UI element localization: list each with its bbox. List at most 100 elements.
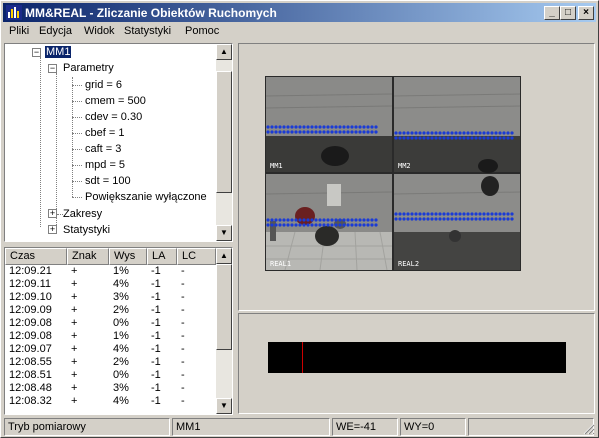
- tree-line: [72, 197, 82, 198]
- tree-line: [72, 101, 82, 102]
- cell-la: -1: [151, 304, 161, 316]
- column-header-czas[interactable]: Czas: [5, 248, 67, 265]
- menu-pomoc[interactable]: Pomoc: [185, 25, 219, 37]
- cell-czas: 12:09.09: [9, 304, 52, 316]
- cell-la: -1: [151, 265, 161, 277]
- tree-node-zakresy[interactable]: Zakresy: [63, 206, 102, 222]
- signal-panel: [238, 313, 595, 414]
- menu-widok[interactable]: Widok: [84, 25, 115, 37]
- label-mm1: MM1: [270, 162, 283, 170]
- tree-param-grid[interactable]: grid = 6: [85, 77, 122, 93]
- tree-param-cbef[interactable]: cbef = 1: [85, 125, 124, 141]
- menu-bar: Pliki Edycja Widok Statystyki Pomoc: [3, 23, 596, 41]
- table-row[interactable]: 12:08.32 +4% -1 -: [5, 395, 216, 408]
- table-row[interactable]: 12:09.10 +3% -1 -: [5, 291, 216, 304]
- label-real1: REAL1: [270, 260, 291, 268]
- table-row[interactable]: 12:09.09 +2% -1 -: [5, 304, 216, 317]
- tree-param-powiekszanie[interactable]: Powiększanie wyłączone: [85, 189, 207, 205]
- table-row[interactable]: 12:08.51 +0% -1 -: [5, 369, 216, 382]
- column-header-wys[interactable]: Wys: [109, 248, 147, 265]
- collapse-icon[interactable]: −: [32, 48, 41, 57]
- expand-icon[interactable]: +: [48, 209, 57, 218]
- cell-lc: -: [181, 265, 185, 277]
- scroll-down-icon[interactable]: ▼: [216, 398, 232, 414]
- table-row[interactable]: 12:08.55 +2% -1 -: [5, 356, 216, 369]
- column-header-la[interactable]: LA: [147, 248, 177, 265]
- tree-param-sdt[interactable]: sdt = 100: [85, 173, 131, 189]
- table-row[interactable]: 12:09.11 +4% -1 -: [5, 278, 216, 291]
- status-wy: WY=0: [400, 418, 466, 436]
- cell-wys: 4%: [113, 395, 129, 407]
- collapse-icon[interactable]: −: [48, 64, 57, 73]
- cell-lc: -: [181, 356, 185, 368]
- cell-czas: 12:08.51: [9, 369, 52, 381]
- scroll-down-icon[interactable]: ▼: [216, 225, 232, 241]
- video-panel: MM1 MM2 REAL1 REAL2: [238, 43, 595, 311]
- table-row[interactable]: 12:09.08 +0% -1 -: [5, 317, 216, 330]
- camera-view[interactable]: MM1 MM2 REAL1 REAL2: [265, 76, 521, 271]
- tree-line: [40, 57, 41, 227]
- cell-lc: -: [181, 291, 185, 303]
- cell-znak: +: [71, 265, 78, 277]
- expand-icon[interactable]: +: [48, 225, 57, 234]
- status-camera: MM1: [172, 418, 330, 436]
- tree-param-cdev[interactable]: cdev = 0.30: [85, 109, 142, 125]
- tree-node-statystyki[interactable]: Statystyki: [63, 222, 110, 238]
- settings-tree[interactable]: − MM1 − Parametry grid = 6 cmem = 500 cd…: [4, 43, 233, 242]
- scroll-thumb[interactable]: [216, 264, 232, 350]
- cell-znak: +: [71, 317, 78, 329]
- cell-znak: +: [71, 382, 78, 394]
- column-header-lc[interactable]: LC: [177, 248, 216, 265]
- tree-line: [72, 117, 82, 118]
- scroll-up-icon[interactable]: ▲: [216, 248, 232, 264]
- status-we: WE=-41: [332, 418, 398, 436]
- status-mode: Tryb pomiarowy: [4, 418, 170, 436]
- cell-lc: -: [181, 343, 185, 355]
- cell-czas: 12:09.11: [9, 278, 52, 290]
- tree-param-caft[interactable]: caft = 3: [85, 141, 121, 157]
- cell-czas: 12:09.07: [9, 343, 52, 355]
- tree-param-cmem[interactable]: cmem = 500: [85, 93, 146, 109]
- maximize-button[interactable]: □: [560, 6, 576, 20]
- signal-graph[interactable]: [268, 342, 566, 373]
- list-scrollbar[interactable]: ▲ ▼: [216, 248, 232, 414]
- cell-wys: 4%: [113, 278, 129, 290]
- cell-wys: 1%: [113, 265, 129, 277]
- cell-la: -1: [151, 356, 161, 368]
- scroll-up-icon[interactable]: ▲: [216, 44, 232, 60]
- label-real2: REAL2: [398, 260, 419, 268]
- tree-scrollbar[interactable]: ▲ ▼: [216, 44, 232, 241]
- cell-lc: -: [181, 382, 185, 394]
- column-header-znak[interactable]: Znak: [67, 248, 109, 265]
- table-row[interactable]: 12:09.07 +4% -1 -: [5, 343, 216, 356]
- tree-line: [72, 149, 82, 150]
- cell-lc: -: [181, 395, 185, 407]
- tree-param-mpd[interactable]: mpd = 5: [85, 157, 125, 173]
- tree-line: [72, 85, 82, 86]
- cell-lc: -: [181, 304, 185, 316]
- scroll-thumb[interactable]: [216, 71, 232, 193]
- resize-grip-icon[interactable]: [582, 422, 595, 435]
- cell-wys: 0%: [113, 369, 129, 381]
- menu-pliki[interactable]: Pliki: [9, 25, 29, 37]
- cell-znak: +: [71, 356, 78, 368]
- tree-line: [56, 73, 57, 229]
- minimize-button[interactable]: _: [544, 6, 560, 20]
- cell-czas: 12:09.08: [9, 330, 52, 342]
- menu-edycja[interactable]: Edycja: [39, 25, 72, 37]
- main-window: MM&REAL - Zliczanie Obiektów Ruchomych _…: [0, 0, 599, 438]
- cell-czas: 12:09.08: [9, 317, 52, 329]
- tree-line: [72, 165, 82, 166]
- cell-la: -1: [151, 278, 161, 290]
- cell-la: -1: [151, 317, 161, 329]
- close-button[interactable]: ×: [578, 6, 594, 20]
- event-list[interactable]: Czas Znak Wys LA LC 12:09.21 +1% -1-12:09.…: [4, 247, 233, 415]
- title-bar[interactable]: MM&REAL - Zliczanie Obiektów Ruchomych _…: [3, 3, 596, 22]
- table-row[interactable]: 12:09.08 +1% -1 -: [5, 330, 216, 343]
- tree-node-parametry[interactable]: Parametry: [63, 60, 114, 76]
- menu-statystyki[interactable]: Statystyki: [124, 25, 171, 37]
- table-row[interactable]: 12:08.48 +3% -1 -: [5, 382, 216, 395]
- tree-line: [72, 133, 82, 134]
- tree-node-mm1[interactable]: MM1: [45, 44, 72, 60]
- table-row[interactable]: 12:09.21 +1% -1 -: [5, 265, 216, 278]
